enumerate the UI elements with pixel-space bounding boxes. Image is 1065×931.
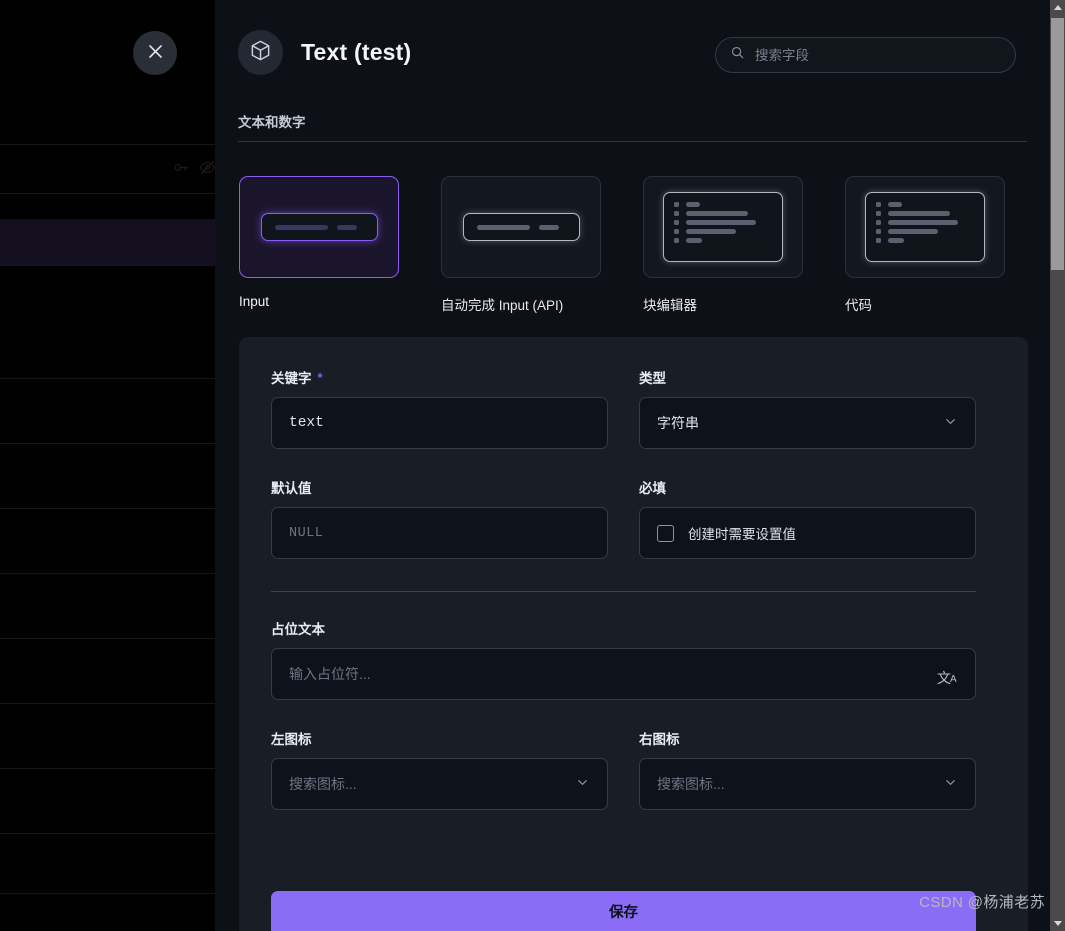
- scrollbar-thumb[interactable]: [1051, 18, 1064, 270]
- right-icon-label-wrap: 右图标: [639, 728, 976, 748]
- keyword-value: text: [289, 415, 324, 431]
- type-select[interactable]: 字符串: [639, 397, 976, 449]
- field-type-label: 块编辑器: [643, 298, 697, 313]
- keyword-label-wrap: 关键字 *: [271, 367, 608, 387]
- section-divider: [238, 141, 1027, 142]
- chevron-down-icon: [943, 775, 958, 793]
- input-preview-art: [260, 213, 378, 241]
- cube-icon: [249, 39, 272, 67]
- field-type-option-code[interactable]: 代码: [845, 176, 1005, 314]
- form-row-2: 默认值 NULL 必填 创建时需要设置值: [271, 477, 996, 559]
- required-checkbox-box[interactable]: 创建时需要设置值: [639, 507, 976, 559]
- section-header: 文本和数字: [238, 111, 1027, 142]
- field-type-label: 代码: [845, 298, 872, 313]
- required-checkbox-wrap[interactable]: 创建时需要设置值: [657, 523, 796, 543]
- background-record-list: [0, 0, 216, 931]
- search-icon: [730, 45, 745, 65]
- list-preview-art: [663, 192, 783, 262]
- keyword-field-group: 关键字 * text: [271, 367, 608, 449]
- type-value: 字符串: [657, 415, 699, 431]
- right-icon-label: 右图标: [639, 732, 680, 747]
- required-checkbox[interactable]: [657, 524, 674, 542]
- vertical-scrollbar[interactable]: [1050, 0, 1065, 931]
- form-row-3: 占位文本 输入占位符... 文A: [271, 618, 996, 700]
- close-button[interactable]: [133, 31, 177, 75]
- type-label: 类型: [639, 371, 666, 386]
- search-input[interactable]: [755, 47, 1001, 63]
- cube-icon-badge: [238, 30, 283, 75]
- panel-title-group: Text (test): [238, 30, 411, 75]
- field-settings-form: 关键字 * text 类型 字符串 默认值 NULL 必填 创建时需要设置值 占…: [239, 337, 1028, 931]
- default-value-label-wrap: 默认值: [271, 477, 608, 497]
- field-type-card[interactable]: [643, 176, 803, 278]
- placeholder-label-wrap: 占位文本: [271, 618, 976, 638]
- page-title: Text (test): [301, 39, 412, 65]
- list-preview-art: [865, 192, 985, 262]
- default-value-placeholder: NULL: [289, 525, 324, 541]
- left-icon-label-wrap: 左图标: [271, 728, 608, 748]
- field-type-label: 自动完成 Input (API): [441, 298, 564, 313]
- translate-icon-cn: 文: [937, 669, 951, 686]
- input-preview-art: [462, 213, 580, 241]
- type-label-wrap: 类型: [639, 367, 976, 387]
- required-label-wrap: 必填: [639, 477, 976, 497]
- field-type-label: Input: [239, 294, 270, 309]
- placeholder-label: 占位文本: [271, 622, 325, 637]
- field-type-option-input[interactable]: Input: [239, 176, 399, 314]
- left-icon-select[interactable]: 搜索图标...: [271, 758, 608, 810]
- right-icon-field-group: 右图标 搜索图标...: [639, 728, 976, 810]
- placeholder-input-placeholder: 输入占位符...: [289, 666, 371, 682]
- field-type-card[interactable]: [239, 176, 399, 278]
- field-type-cards: Input 自动完成 Input (API) 块编辑器 代码: [239, 176, 1005, 314]
- right-icon-select[interactable]: 搜索图标...: [639, 758, 976, 810]
- keyword-input[interactable]: text: [271, 397, 608, 449]
- field-type-card[interactable]: [845, 176, 1005, 278]
- key-icon: [172, 159, 189, 181]
- scroll-down-arrow[interactable]: [1050, 916, 1065, 931]
- type-field-group: 类型 字符串: [639, 367, 976, 449]
- right-icon-placeholder: 搜索图标...: [657, 776, 725, 792]
- placeholder-field-group: 占位文本 输入占位符... 文A: [271, 618, 976, 700]
- required-field-group: 必填 创建时需要设置值: [639, 477, 976, 559]
- field-type-card[interactable]: [441, 176, 601, 278]
- scroll-up-arrow[interactable]: [1050, 0, 1065, 15]
- left-icon-label: 左图标: [271, 732, 312, 747]
- left-icon-field-group: 左图标 搜索图标...: [271, 728, 608, 810]
- field-type-option-block-editor[interactable]: 块编辑器: [643, 176, 803, 314]
- translate-icon-a: A: [950, 673, 957, 685]
- form-divider: [271, 591, 976, 592]
- save-button[interactable]: 保存: [271, 891, 976, 931]
- chevron-down-icon: [943, 414, 958, 432]
- default-value-input[interactable]: NULL: [271, 507, 608, 559]
- translate-icon[interactable]: 文A: [937, 664, 958, 685]
- field-editor-panel: Text (test) 文本和数字 Input: [215, 0, 1050, 931]
- search-field-box[interactable]: [715, 37, 1016, 73]
- chevron-down-icon: [575, 775, 590, 793]
- required-asterisk: *: [317, 369, 323, 385]
- form-row-4: 左图标 搜索图标... 右图标 搜索图标...: [271, 728, 996, 810]
- placeholder-input[interactable]: 输入占位符... 文A: [271, 648, 976, 700]
- keyword-label: 关键字: [271, 371, 312, 386]
- section-title: 文本和数字: [238, 115, 306, 130]
- panel-header: Text (test): [215, 0, 1050, 105]
- default-value-field-group: 默认值 NULL: [271, 477, 608, 559]
- screen: Text (test) 文本和数字 Input: [0, 0, 1065, 931]
- default-value-label: 默认值: [271, 481, 312, 496]
- required-label: 必填: [639, 481, 666, 496]
- form-row-1: 关键字 * text 类型 字符串: [271, 367, 996, 449]
- background-highlighted-row[interactable]: [0, 219, 215, 265]
- required-checkbox-label: 创建时需要设置值: [688, 527, 796, 542]
- field-type-option-autocomplete[interactable]: 自动完成 Input (API): [441, 176, 601, 314]
- close-icon: [146, 42, 165, 64]
- left-icon-placeholder: 搜索图标...: [289, 776, 357, 792]
- eye-off-icon: [199, 159, 216, 181]
